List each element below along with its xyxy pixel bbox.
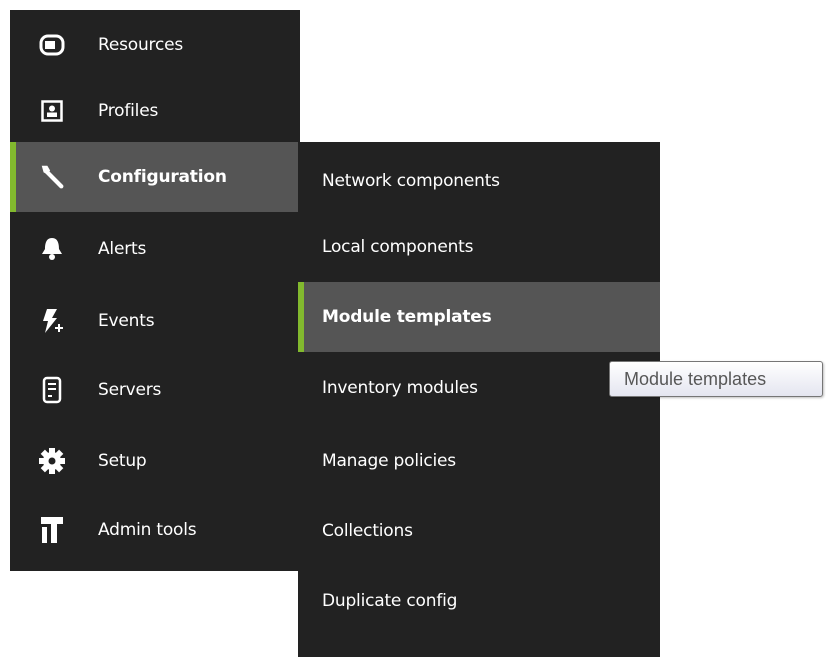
submenu-label: Duplicate config xyxy=(322,591,458,611)
submenu-item-duplicate-config[interactable]: Duplicate config xyxy=(298,566,660,636)
submenu-label: Inventory modules xyxy=(322,378,478,398)
wrench-icon xyxy=(38,163,66,191)
menu-label: Events xyxy=(98,311,155,331)
lightning-icon xyxy=(38,307,66,335)
menu-item-profiles[interactable]: Profiles xyxy=(10,76,300,146)
submenu-item-local-components[interactable]: Local components xyxy=(298,212,660,282)
submenu-item-network-components[interactable]: Network components xyxy=(298,146,660,216)
menu-label: Admin tools xyxy=(98,520,197,540)
menu-item-setup[interactable]: Setup xyxy=(10,426,300,496)
submenu-label: Network components xyxy=(322,171,500,191)
submenu-label: Module templates xyxy=(322,307,492,327)
submenu-item-collections[interactable]: Collections xyxy=(298,496,660,566)
submenu-label: Collections xyxy=(322,521,413,541)
server-icon xyxy=(38,376,66,404)
submenu-item-module-templates[interactable]: Module templates xyxy=(298,282,660,352)
submenu-label: Local components xyxy=(322,237,474,257)
menu-label: Setup xyxy=(98,451,147,471)
menu-label: Profiles xyxy=(98,101,159,121)
resources-icon xyxy=(38,31,66,59)
menu-item-servers[interactable]: Servers xyxy=(10,355,300,425)
tools-icon xyxy=(38,516,66,544)
submenu-label: Manage policies xyxy=(322,451,456,471)
menu-item-resources[interactable]: Resources xyxy=(10,10,300,80)
menu-label: Alerts xyxy=(98,239,147,259)
profile-icon xyxy=(38,97,66,125)
submenu-item-manage-policies[interactable]: Manage policies xyxy=(298,426,660,496)
menu-item-alerts[interactable]: Alerts xyxy=(10,214,300,284)
main-menu: Resources Profiles Configuration Alerts … xyxy=(10,10,300,571)
menu-label: Configuration xyxy=(98,167,227,187)
menu-item-admin-tools[interactable]: Admin tools xyxy=(10,495,300,565)
submenu-item-inventory-modules[interactable]: Inventory modules xyxy=(298,353,660,423)
menu-item-events[interactable]: Events xyxy=(10,286,300,356)
gear-icon xyxy=(38,447,66,475)
menu-item-configuration[interactable]: Configuration xyxy=(10,142,300,212)
bell-icon xyxy=(38,235,66,263)
configuration-submenu: Network components Local components Modu… xyxy=(298,142,660,657)
tooltip: Module templates xyxy=(609,361,823,397)
menu-label: Resources xyxy=(98,35,184,55)
menu-label: Servers xyxy=(98,380,162,400)
